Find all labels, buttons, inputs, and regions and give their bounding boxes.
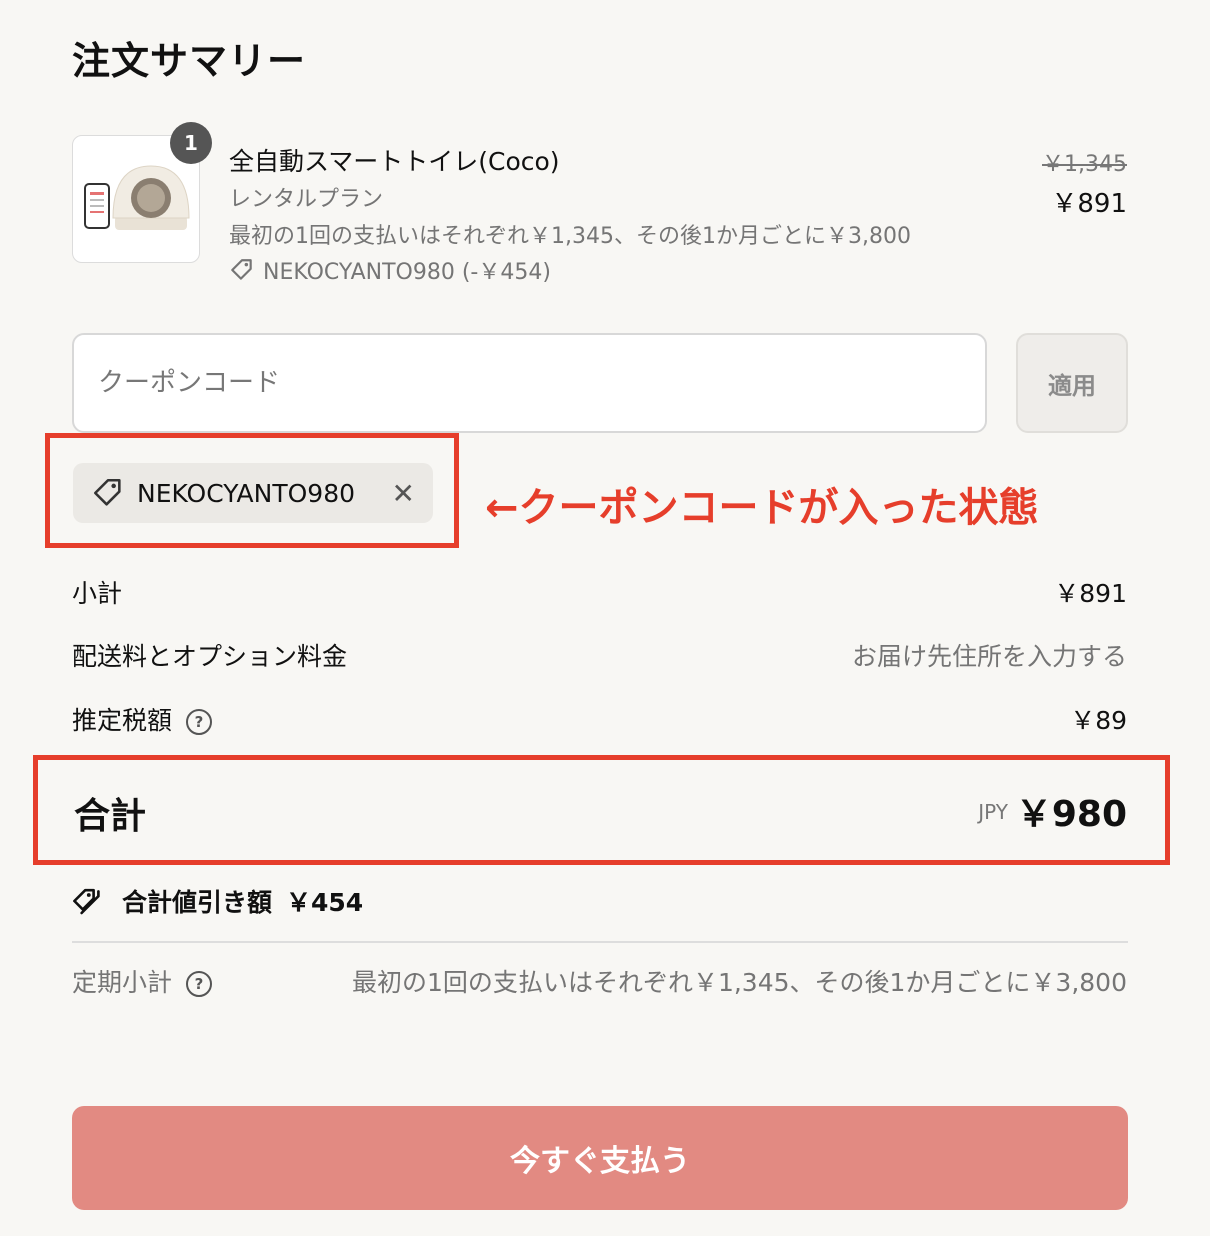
annotation-text: ←クーポンコードが入った状態 bbox=[485, 485, 1039, 531]
applied-coupon-chip: NEKOCYANTO980 ✕ bbox=[73, 463, 433, 523]
coupon-code-input[interactable] bbox=[72, 333, 987, 433]
original-price: ￥1,345 bbox=[1042, 152, 1127, 177]
help-icon[interactable]: ? bbox=[186, 971, 213, 997]
quantity-badge: 1 bbox=[170, 122, 212, 164]
total-label: 合計 bbox=[74, 796, 147, 837]
recurring-subtotal-label: 定期小計 bbox=[72, 968, 173, 997]
total-value: ￥980 bbox=[1015, 794, 1127, 835]
pay-now-button[interactable]: 今すぐ支払う bbox=[72, 1106, 1128, 1210]
recurring-subtotal-row-label: 定期小計? bbox=[72, 963, 213, 999]
divider bbox=[72, 941, 1128, 943]
product-name: 全自動スマートトイレ(Coco) bbox=[229, 147, 560, 176]
subtotal-value: ￥891 bbox=[1054, 579, 1127, 608]
shipping-value: お届け先住所を入力する bbox=[851, 642, 1127, 671]
product-price: ￥891 bbox=[1051, 189, 1127, 219]
tag-icon bbox=[231, 259, 252, 280]
tax-row-label: 推定税額? bbox=[72, 701, 213, 737]
product-payment-note: 最初の1回の支払いはそれぞれ￥1,345、その後1か月ごとに￥3,800 bbox=[229, 224, 911, 249]
apply-coupon-button[interactable]: 適用 bbox=[1016, 333, 1128, 433]
close-icon[interactable]: ✕ bbox=[392, 477, 415, 510]
tags-icon bbox=[73, 888, 100, 915]
currency-code: JPY bbox=[978, 800, 1008, 824]
shipping-label: 配送料とオプション料金 bbox=[72, 642, 348, 671]
product-coupon-text: NEKOCYANTO980 (-￥454) bbox=[263, 260, 551, 285]
product-plan: レンタルプラン bbox=[229, 187, 384, 212]
total-discount: 合計値引き額 ￥454 bbox=[72, 883, 363, 919]
subtotal-label: 小計 bbox=[72, 579, 123, 608]
applied-coupon-code: NEKOCYANTO980 bbox=[137, 478, 356, 508]
discount-label: 合計値引き額 bbox=[122, 888, 273, 917]
recurring-subtotal-value: 最初の1回の支払いはそれぞれ￥1,345、その後1か月ごとに￥3,800 bbox=[352, 968, 1127, 997]
help-icon[interactable]: ? bbox=[186, 709, 213, 735]
discount-value: ￥454 bbox=[286, 888, 364, 917]
product-coupon-line: NEKOCYANTO980 (-￥454) bbox=[229, 254, 551, 286]
page-title: 注文サマリー bbox=[72, 39, 307, 83]
tax-value: ￥89 bbox=[1070, 706, 1127, 735]
tax-label: 推定税額 bbox=[72, 706, 173, 735]
tag-icon bbox=[93, 478, 121, 506]
